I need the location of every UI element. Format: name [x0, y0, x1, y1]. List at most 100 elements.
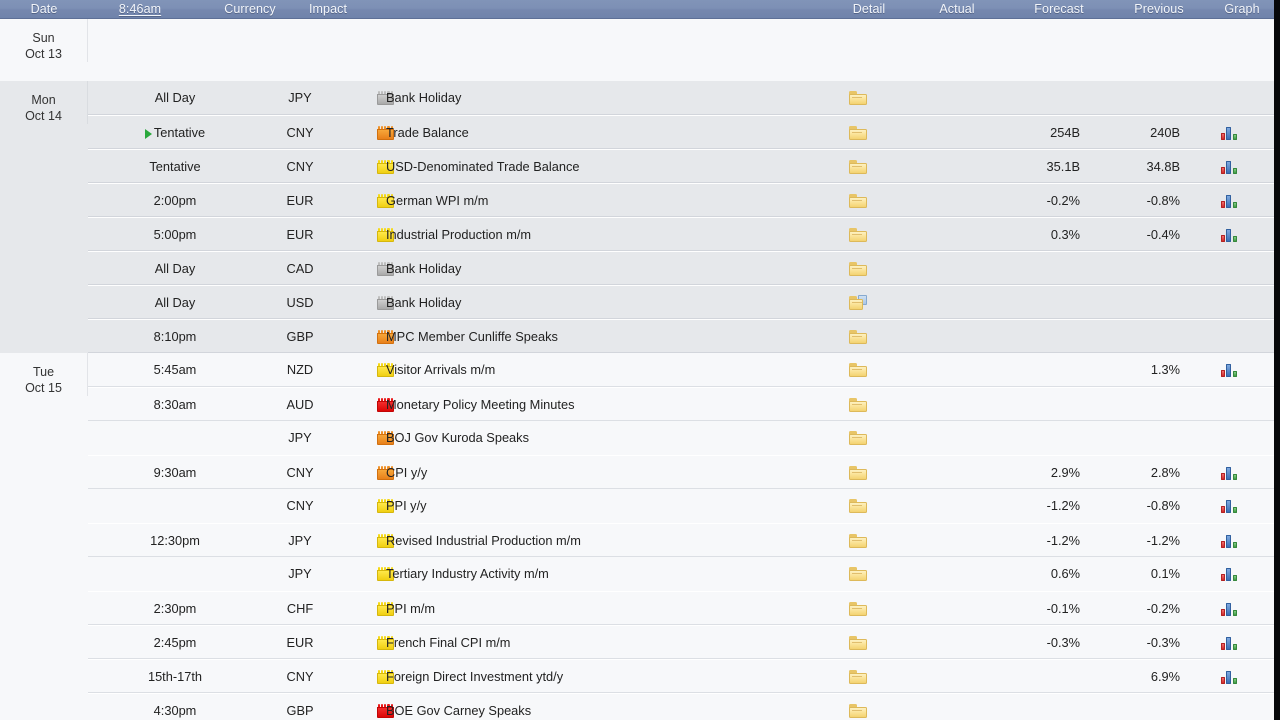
date-cell[interactable]: Tue Oct 15 [0, 353, 88, 396]
folder-icon[interactable] [849, 330, 867, 344]
graph-icon[interactable] [1220, 499, 1238, 513]
cell-graph[interactable] [1198, 456, 1260, 490]
cell-detail[interactable] [828, 218, 888, 252]
cell-detail[interactable] [828, 626, 888, 660]
cell-graph[interactable] [1198, 116, 1260, 150]
cell-event[interactable]: BOE Gov Carney Speaks [386, 694, 816, 720]
folder-icon[interactable] [849, 499, 867, 513]
cell-detail[interactable] [828, 421, 888, 455]
cell-event[interactable]: Visitor Arrivals m/m [386, 353, 816, 387]
cell-detail[interactable] [828, 456, 888, 490]
calendar-event-row[interactable]: JPY BOJ Gov Kuroda Speaks [88, 421, 1274, 455]
cell-detail[interactable] [828, 592, 888, 626]
calendar-event-row[interactable]: CNY PPI y/y -1.2% -0.8% [88, 489, 1274, 523]
graph-icon[interactable] [1220, 466, 1238, 480]
cell-event[interactable]: German WPI m/m [386, 184, 816, 218]
calendar-event-row[interactable]: All Day USD Bank Holiday [88, 285, 1274, 319]
folder-icon[interactable] [849, 398, 867, 412]
folder-icon[interactable] [849, 567, 867, 581]
graph-icon[interactable] [1220, 194, 1238, 208]
folder-icon[interactable] [849, 602, 867, 616]
cell-graph[interactable] [1198, 353, 1260, 387]
calendar-event-row[interactable]: All Day JPY Bank Holiday [88, 81, 1274, 115]
folder-icon[interactable] [849, 670, 867, 684]
cell-detail[interactable] [828, 660, 888, 694]
calendar-event-row[interactable]: 12:30pm JPY Revised Industrial Production … [88, 523, 1274, 557]
cell-detail[interactable] [828, 116, 888, 150]
calendar-event-row[interactable]: Tentative CNY Trade Balance 254B 240B [88, 115, 1274, 149]
cell-graph[interactable] [1198, 489, 1260, 523]
folder-icon[interactable] [849, 262, 867, 276]
calendar-event-row[interactable]: JPY Tertiary Industry Activity m/m 0.6% 0.1… [88, 557, 1274, 591]
folder-icon[interactable] [849, 194, 867, 208]
cell-event[interactable]: Industrial Production m/m [386, 218, 816, 252]
cell-graph[interactable] [1198, 218, 1260, 252]
cell-detail[interactable] [828, 252, 888, 286]
folder-icon[interactable] [849, 160, 867, 174]
cell-graph[interactable] [1198, 184, 1260, 218]
cell-event[interactable]: Tertiary Industry Activity m/m [386, 557, 816, 591]
cell-detail[interactable] [828, 388, 888, 422]
cell-graph[interactable] [1198, 150, 1260, 184]
calendar-event-row[interactable]: 8:10pm GBP MPC Member Cunliffe Speaks [88, 319, 1274, 353]
cell-graph[interactable] [1198, 626, 1260, 660]
cell-event[interactable]: Bank Holiday [386, 286, 816, 320]
cell-graph[interactable] [1198, 557, 1260, 591]
calendar-event-row[interactable]: 2:00pm EUR German WPI m/m -0.2% -0.8% [88, 183, 1274, 217]
folder-icon[interactable] [849, 534, 867, 548]
cell-detail[interactable] [828, 286, 888, 320]
calendar-event-row[interactable]: 5:45am NZD Visitor Arrivals m/m 1.3% [88, 353, 1274, 387]
cell-detail[interactable] [828, 320, 888, 354]
calendar-event-row[interactable]: 2:45pm EUR French Final CPI m/m -0.3% -0.3% [88, 625, 1274, 659]
cell-detail[interactable] [828, 694, 888, 720]
calendar-event-row[interactable]: 4:30pm GBP BOE Gov Carney Speaks [88, 693, 1274, 720]
cell-event[interactable]: USD-Denominated Trade Balance [386, 150, 816, 184]
graph-icon[interactable] [1220, 126, 1238, 140]
graph-icon[interactable] [1220, 160, 1238, 174]
cell-detail[interactable] [828, 353, 888, 387]
graph-icon[interactable] [1220, 228, 1238, 242]
graph-icon[interactable] [1220, 636, 1238, 650]
folder-icon[interactable] [849, 466, 867, 480]
cell-graph[interactable] [1198, 592, 1260, 626]
cell-event[interactable]: Revised Industrial Production m/m [386, 524, 816, 558]
graph-icon[interactable] [1220, 363, 1238, 377]
graph-icon[interactable] [1220, 567, 1238, 581]
date-cell[interactable]: Mon Oct 14 [0, 81, 88, 124]
folder-icon[interactable] [849, 363, 867, 377]
cell-graph[interactable] [1198, 660, 1260, 694]
calendar-event-row[interactable]: All Day CAD Bank Holiday [88, 251, 1274, 285]
cell-event[interactable]: Bank Holiday [386, 252, 816, 286]
cell-event[interactable]: Monetary Policy Meeting Minutes [386, 388, 816, 422]
folder-icon[interactable] [849, 636, 867, 650]
calendar-event-row[interactable]: 2:30pm CHF PPI m/m -0.1% -0.2% [88, 591, 1274, 625]
calendar-event-row[interactable]: 5:00pm EUR Industrial Production m/m 0.3% -0… [88, 217, 1274, 251]
calendar-event-row[interactable]: 15th-17th CNY Foreign Direct Investment yt… [88, 659, 1274, 693]
folder-open-icon[interactable] [849, 295, 867, 310]
cell-event[interactable]: PPI y/y [386, 489, 816, 523]
cell-detail[interactable] [828, 524, 888, 558]
folder-icon[interactable] [849, 431, 867, 445]
folder-icon[interactable] [849, 704, 867, 718]
cell-event[interactable]: CPI y/y [386, 456, 816, 490]
calendar-event-row[interactable]: 9:30am CNY CPI y/y 2.9% 2.8% [88, 455, 1274, 489]
graph-icon[interactable] [1220, 534, 1238, 548]
cell-event[interactable]: Trade Balance [386, 116, 816, 150]
cell-event[interactable]: Bank Holiday [386, 81, 816, 115]
cell-detail[interactable] [828, 184, 888, 218]
cell-graph[interactable] [1198, 524, 1260, 558]
folder-icon[interactable] [849, 228, 867, 242]
column-header-time[interactable]: 8:46am [85, 0, 195, 19]
cell-event[interactable]: PPI m/m [386, 592, 816, 626]
calendar-event-row[interactable]: 8:30am AUD Monetary Policy Meeting Minutes [88, 387, 1274, 421]
cell-event[interactable]: Foreign Direct Investment ytd/y [386, 660, 816, 694]
cell-event[interactable]: MPC Member Cunliffe Speaks [386, 320, 816, 354]
graph-icon[interactable] [1220, 670, 1238, 684]
cell-detail[interactable] [828, 489, 888, 523]
folder-icon[interactable] [849, 126, 867, 140]
calendar-event-row[interactable]: Tentative CNY USD-Denominated Trade Balanc… [88, 149, 1274, 183]
cell-detail[interactable] [828, 81, 888, 115]
cell-detail[interactable] [828, 150, 888, 184]
folder-icon[interactable] [849, 91, 867, 105]
cell-event[interactable]: French Final CPI m/m [386, 626, 816, 660]
